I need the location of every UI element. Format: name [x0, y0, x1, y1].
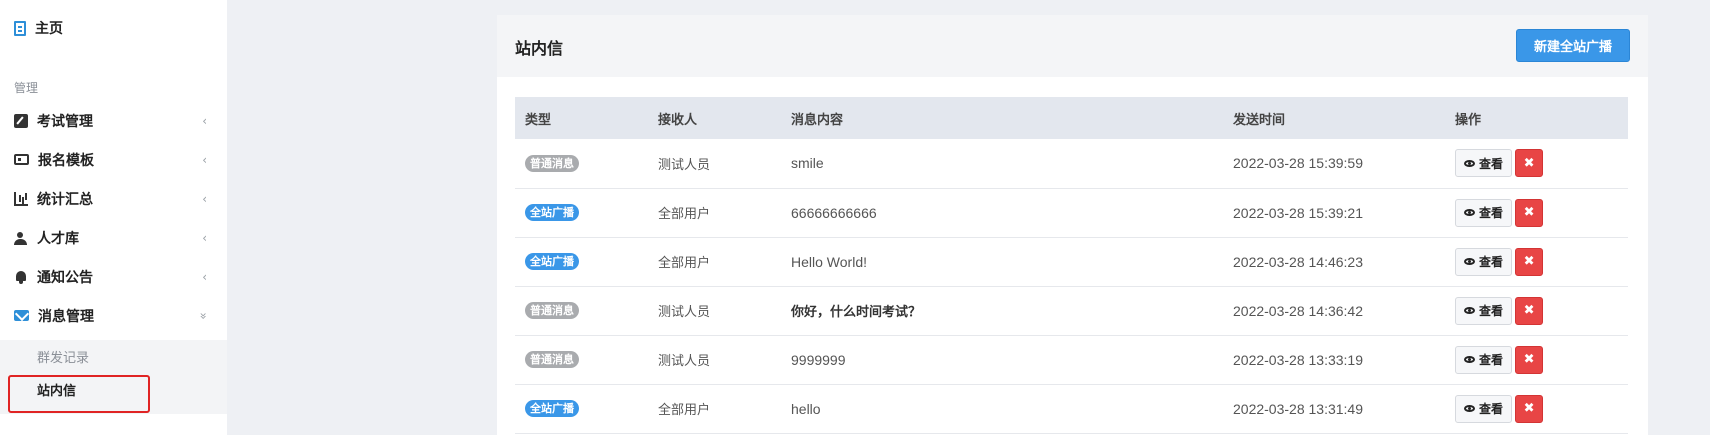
- type-badge: 普通消息: [525, 302, 579, 319]
- sidebar-item-label: 消息管理: [38, 308, 94, 325]
- receiver-cell: 测试人员: [658, 305, 711, 320]
- table-row: 全站广播 全部用户 66666666666 2022-03-28 15:39:2…: [515, 188, 1628, 237]
- table-row: 普通消息 测试人员 9999999 2022-03-28 13:33:19 查看…: [515, 335, 1628, 384]
- time-cell: 2022-03-28 13:31:49: [1233, 400, 1363, 417]
- type-badge: 全站广播: [525, 253, 579, 270]
- content-cell: 9999999: [791, 351, 846, 368]
- delete-button[interactable]: ✖: [1515, 149, 1544, 178]
- receiver-cell: 全部用户: [658, 403, 711, 418]
- view-button[interactable]: 查看: [1455, 247, 1513, 276]
- eye-icon: [1464, 209, 1475, 216]
- time-cell: 2022-03-28 15:39:59: [1233, 155, 1363, 172]
- view-button[interactable]: 查看: [1455, 149, 1513, 178]
- content-cell: Hello World!: [791, 253, 867, 270]
- table-row: 普通消息 测试人员 你好，什么时间考试？ 2022-03-28 14:36:42…: [515, 286, 1628, 335]
- view-button-label: 查看: [1479, 156, 1504, 171]
- type-badge: 普通消息: [525, 351, 579, 368]
- content-cell: smile: [791, 155, 824, 172]
- view-button[interactable]: 查看: [1455, 394, 1513, 423]
- eye-icon: [1464, 258, 1475, 265]
- sidebar-item-registration-template[interactable]: 报名模板 ‹: [0, 140, 227, 179]
- sidebar-item-statistics[interactable]: 统计汇总 ‹: [0, 179, 227, 218]
- time-cell: 2022-03-28 15:39:21: [1233, 204, 1363, 221]
- envelope-icon: [14, 310, 29, 321]
- eye-icon: [1464, 307, 1475, 314]
- type-badge: 普通消息: [525, 154, 579, 172]
- sidebar-item-label: 考试管理: [37, 113, 93, 130]
- column-header-time: 发送时间: [1233, 112, 1286, 128]
- sidebar-item-label: 统计汇总: [37, 191, 93, 208]
- content-cell: 你好，什么时间考试？: [791, 305, 922, 320]
- chevron-left-icon: ‹: [202, 152, 207, 167]
- table-row: 全站广播 全部用户 Hello World! 2022-03-28 14:46:…: [515, 237, 1628, 286]
- chevron-double-down-icon: »: [196, 311, 211, 320]
- column-header-actions: 操作: [1455, 112, 1482, 128]
- page-title: 站内信: [515, 39, 564, 58]
- chevron-left-icon: ‹: [202, 191, 207, 206]
- view-button-label: 查看: [1479, 304, 1504, 318]
- content-cell: 66666666666: [791, 204, 877, 221]
- sidebar-subitem-broadcast-records[interactable]: 群发记录: [0, 340, 227, 373]
- view-button-label: 查看: [1479, 255, 1504, 269]
- view-button[interactable]: 查看: [1455, 296, 1513, 325]
- sidebar-section-label: 管理: [14, 81, 39, 95]
- sidebar-item-message-management[interactable]: 消息管理 »: [0, 296, 227, 335]
- sidebar-home[interactable]: 主页: [14, 18, 63, 38]
- receiver-cell: 全部用户: [658, 256, 711, 271]
- sidebar-item-label: 报名模板: [38, 152, 94, 169]
- delete-button[interactable]: ✖: [1515, 394, 1544, 423]
- chevron-left-icon: ‹: [202, 113, 207, 128]
- chevron-left-icon: ‹: [202, 269, 207, 284]
- time-cell: 2022-03-28 14:36:42: [1233, 302, 1363, 319]
- bar-chart-icon: [14, 191, 28, 206]
- delete-button[interactable]: ✖: [1515, 296, 1544, 325]
- type-badge: 全站广播: [525, 400, 579, 417]
- pencil-square-icon: [14, 113, 28, 128]
- panel-header: 站内信 新建全站广播: [497, 15, 1648, 77]
- delete-button[interactable]: ✖: [1515, 345, 1544, 374]
- receiver-cell: 测试人员: [658, 157, 711, 173]
- eye-icon: [1464, 405, 1475, 412]
- eye-icon: [1464, 356, 1475, 363]
- sidebar-item-exam-management[interactable]: 考试管理 ‹: [0, 101, 227, 140]
- column-header-content: 消息内容: [791, 112, 844, 128]
- table-row: 全站广播 全部用户 hello 2022-03-28 13:31:49 查看 ✖: [515, 384, 1628, 433]
- time-cell: 2022-03-28 14:46:23: [1233, 253, 1363, 270]
- eye-icon: [1464, 159, 1475, 167]
- view-button-label: 查看: [1479, 353, 1504, 367]
- sidebar-item-talent-pool[interactable]: 人才库 ‹: [0, 218, 227, 257]
- time-cell: 2022-03-28 13:33:19: [1233, 351, 1363, 368]
- type-badge: 全站广播: [525, 204, 579, 221]
- sidebar-item-notices[interactable]: 通知公告 ‹: [0, 257, 227, 296]
- sidebar: 主页 管理 考试管理 ‹ 报名模板 ‹ 统计汇总 ‹ 人才库 ‹ 通知公告 ‹: [0, 0, 227, 435]
- bell-icon: [14, 270, 28, 284]
- content-cell: hello: [791, 400, 821, 417]
- sidebar-home-label: 主页: [35, 21, 63, 37]
- delete-button[interactable]: ✖: [1515, 198, 1544, 227]
- view-button[interactable]: 查看: [1455, 345, 1513, 374]
- highlight-box: [8, 375, 150, 413]
- messages-table: 类型 接收人 消息内容 发送时间 操作 普通消息 测试人员 smile 2022…: [515, 97, 1628, 434]
- receiver-cell: 测试人员: [658, 354, 711, 369]
- view-button-label: 查看: [1479, 206, 1504, 220]
- sidebar-menu: 考试管理 ‹ 报名模板 ‹ 统计汇总 ‹ 人才库 ‹ 通知公告 ‹ 消息管理 »: [0, 101, 227, 335]
- new-broadcast-button[interactable]: 新建全站广播: [1516, 29, 1630, 62]
- id-card-icon: [14, 154, 29, 165]
- view-button[interactable]: 查看: [1455, 198, 1513, 227]
- sidebar-item-label: 通知公告: [37, 269, 93, 286]
- column-header-type: 类型: [525, 112, 552, 128]
- view-button-label: 查看: [1479, 402, 1504, 416]
- main-panel: 站内信 新建全站广播 类型 接收人 消息内容 发送时间 操作 普通消息 测试人员…: [497, 15, 1648, 435]
- chevron-left-icon: ‹: [202, 230, 207, 245]
- receiver-cell: 全部用户: [658, 207, 711, 222]
- clipboard-icon: [14, 20, 26, 36]
- table-row: 普通消息 测试人员 smile 2022-03-28 15:39:59 查看 ✖: [515, 139, 1628, 188]
- users-icon: [14, 231, 28, 245]
- delete-button[interactable]: ✖: [1515, 247, 1544, 276]
- table-header-row: 类型 接收人 消息内容 发送时间 操作: [515, 97, 1628, 139]
- sidebar-item-label: 人才库: [37, 230, 79, 247]
- column-header-receiver: 接收人: [658, 112, 698, 128]
